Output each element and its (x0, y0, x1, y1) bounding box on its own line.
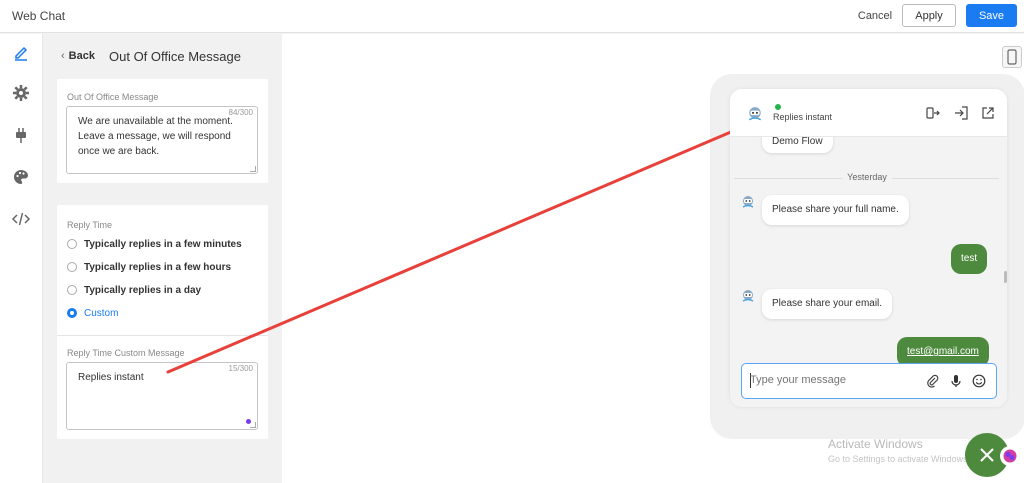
windows-watermark-subtitle: Go to Settings to activate Windows. (828, 454, 971, 464)
divider (57, 335, 268, 336)
custom-message-label: Reply Time Custom Message (67, 348, 185, 358)
palette-icon[interactable] (11, 167, 31, 187)
ooo-card: Out Of Office Message 84/300 We are unav… (57, 79, 268, 183)
gear-icon[interactable] (11, 83, 31, 103)
settings-panel: ‹ Back Out Of Office Message Out Of Offic… (43, 34, 282, 483)
transfer-icon[interactable] (926, 106, 940, 120)
bot-message: Please share your email. (762, 289, 893, 319)
paperclip-icon[interactable] (926, 374, 940, 388)
save-button[interactable]: Save (966, 4, 1017, 27)
app-title: Web Chat (12, 9, 66, 23)
code-icon[interactable] (11, 209, 31, 229)
bot-avatar-icon (741, 195, 755, 209)
radio-button[interactable] (67, 285, 77, 295)
reply-option-label: Typically replies in a few minutes (84, 238, 242, 250)
date-separator: Yesterday (730, 172, 1007, 182)
custom-message-textarea[interactable]: 15/300 Replies instant (66, 362, 258, 430)
reply-option-label: Custom (84, 307, 119, 319)
resize-handle[interactable] (250, 166, 256, 172)
radio-button[interactable] (67, 239, 77, 249)
bot-message: Please share your full name. (762, 195, 909, 225)
icon-rail (0, 34, 43, 483)
reply-option-minutes[interactable]: Typically replies in a few minutes (67, 237, 242, 251)
ooo-message-textarea[interactable]: 84/300 We are unavailable at the moment.… (66, 106, 258, 174)
message-input[interactable] (750, 374, 910, 386)
windows-watermark-title: Activate Windows (828, 437, 923, 451)
resize-handle[interactable] (250, 422, 256, 428)
brain-extension-icon[interactable] (1000, 446, 1020, 466)
reply-time-label: Reply Time (67, 220, 113, 230)
external-link-icon[interactable] (981, 106, 995, 120)
radio-button[interactable] (67, 262, 77, 272)
user-message: test (951, 244, 988, 274)
reply-option-hours[interactable]: Typically replies in a few hours (67, 260, 231, 274)
back-button[interactable]: ‹ Back (61, 50, 95, 62)
bot-avatar-icon (747, 106, 763, 122)
microphone-icon[interactable] (949, 374, 963, 388)
ooo-message-text: We are unavailable at the moment. Leave … (78, 116, 233, 157)
chat-scrollbar[interactable] (1004, 271, 1007, 283)
bot-avatar-icon (741, 289, 755, 303)
header-reply-status: Replies instant (773, 112, 833, 122)
pen-icon[interactable] (11, 42, 31, 62)
reply-option-label: Typically replies in a few hours (84, 261, 232, 273)
chat-widget: Demo Flow Yesterday Please share your fu… (730, 89, 1007, 407)
reply-time-card: Reply Time Typically replies in a few mi… (57, 205, 268, 439)
emoji-icon[interactable] (972, 374, 986, 388)
date-label: Yesterday (842, 172, 892, 182)
plug-icon[interactable] (11, 125, 31, 145)
reply-option-label: Typically replies in a day (84, 284, 202, 296)
login-icon[interactable] (954, 106, 968, 120)
message-composer[interactable] (741, 363, 997, 399)
chevron-left-icon: ‹ (61, 50, 65, 62)
custom-message-text: Replies instant (78, 372, 144, 383)
reply-option-custom[interactable]: Custom (67, 306, 118, 320)
cancel-button[interactable]: Cancel (852, 6, 898, 26)
apply-button[interactable]: Apply (902, 4, 956, 27)
mobile-device-icon[interactable] (1002, 46, 1022, 68)
online-status-dot (775, 104, 781, 110)
radio-button-selected[interactable] (67, 308, 77, 318)
back-label: Back (68, 50, 95, 62)
top-bar: Web Chat Cancel Apply Save (0, 0, 1024, 33)
reply-option-day[interactable]: Typically replies in a day (67, 283, 201, 297)
chat-header: Replies instant (730, 89, 1007, 137)
page-title: Out Of Office Message (109, 49, 241, 64)
ooo-label: Out Of Office Message (67, 92, 159, 102)
